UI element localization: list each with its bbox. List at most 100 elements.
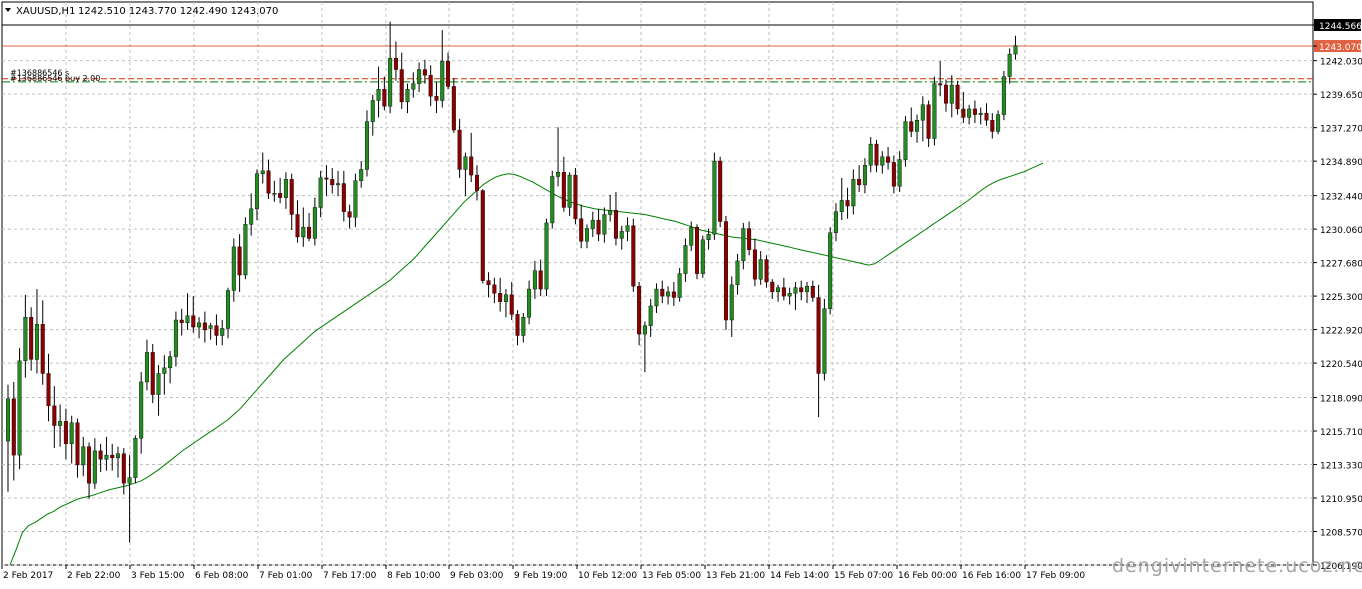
candle-body <box>770 281 775 293</box>
x-tick-label: 9 Feb 19:00 <box>514 571 568 581</box>
candle-body <box>17 360 22 456</box>
candle-body <box>747 228 752 250</box>
candle-body <box>139 381 144 439</box>
candle-body <box>440 60 445 101</box>
candle-body <box>654 288 659 307</box>
y-tick-label: 1227.680 <box>1320 260 1362 270</box>
candle-body <box>990 120 995 132</box>
candle-body <box>34 324 39 360</box>
candle-body <box>805 286 810 293</box>
x-tick-label: 6 Feb 08:00 <box>195 571 249 581</box>
x-tick-label: 14 Feb 14:00 <box>770 571 829 581</box>
candle-body <box>226 290 231 329</box>
candle-body <box>382 89 387 107</box>
bid_line-price-label: 1243.070 <box>1319 43 1362 53</box>
candle-body <box>967 108 972 118</box>
candle-body <box>98 450 103 460</box>
candle-body <box>451 86 456 131</box>
candle-body <box>608 210 613 215</box>
ohlc-values: 1242.510 1243.770 1242.490 1243.070 <box>78 6 278 17</box>
candle-body <box>243 224 248 276</box>
candle-body <box>202 322 207 331</box>
candle-body <box>63 421 68 445</box>
candle-body <box>312 207 317 239</box>
candle-body <box>666 291 671 297</box>
candle-body <box>880 156 885 166</box>
x-tick-label: 3 Feb 15:00 <box>131 571 185 581</box>
x-tick-label: 9 Feb 03:00 <box>450 571 504 581</box>
candle <box>243 217 248 280</box>
x-tick-label: 7 Feb 01:00 <box>259 571 313 581</box>
candle-body <box>185 315 190 324</box>
candle-body <box>978 112 983 115</box>
candle <box>828 227 833 315</box>
candle <box>903 115 908 167</box>
candle-body <box>359 169 364 181</box>
candle-body <box>156 373 161 395</box>
candle-body <box>573 174 578 219</box>
x-tick-label: 10 Feb 12:00 <box>578 571 637 581</box>
chart-window: 1244.566 1243.070 #136886546 s #136886546 b… <box>0 0 1362 585</box>
candle-body <box>457 129 462 170</box>
candlestick-chart: 1244.5661243.070#136886546 s#136886546 b… <box>0 0 1362 585</box>
candle-body <box>961 108 966 118</box>
x-tick-label: 7 Feb 17:00 <box>323 571 377 581</box>
candle-body <box>179 319 184 324</box>
candle-body <box>729 284 734 321</box>
candle-body <box>405 89 410 103</box>
candle-body <box>388 58 393 107</box>
candle-body <box>764 259 769 283</box>
candle-body <box>307 226 312 239</box>
candle-body <box>503 294 508 302</box>
candle-body <box>208 325 213 329</box>
candle-body <box>833 211 838 233</box>
candle-body <box>87 446 92 484</box>
candle <box>718 156 723 228</box>
candle-body <box>266 170 271 194</box>
chart-header: XAUUSD,H1 1242.510 1243.770 1242.490 124… <box>5 6 278 17</box>
candle-body <box>272 193 277 195</box>
y-tick-label: 1225.300 <box>1320 293 1362 303</box>
x-tick-label: 16 Feb 00:00 <box>898 571 957 581</box>
candle-body <box>144 352 149 383</box>
candle-body <box>191 315 196 328</box>
candle-body <box>220 328 225 336</box>
y-tick-label: 1222.920 <box>1320 327 1362 337</box>
symbol-label: XAUUSD,H1 <box>16 6 75 17</box>
candle-body <box>671 291 676 298</box>
candle-body <box>822 308 827 374</box>
candle-body <box>972 108 977 115</box>
candle <box>700 235 705 278</box>
candle-body <box>700 239 705 274</box>
x-tick-label: 17 Feb 09:00 <box>1026 571 1085 581</box>
candle-body <box>29 317 34 360</box>
candle-body <box>932 83 937 139</box>
candle-body <box>150 352 155 395</box>
candle-body <box>110 454 115 459</box>
candle-body <box>318 177 323 208</box>
candle-body <box>625 225 630 232</box>
candle-body <box>642 325 647 335</box>
candle-body <box>428 74 433 97</box>
candle-body <box>758 259 763 280</box>
candle <box>550 170 555 229</box>
candle-body <box>411 83 416 90</box>
candle-body <box>364 121 369 170</box>
candle-body <box>943 84 948 104</box>
high_line-price-label: 1244.566 <box>1319 22 1362 32</box>
candle-body <box>81 446 86 466</box>
candle-body <box>909 121 914 132</box>
candle-body <box>949 84 954 104</box>
y-tick-label: 1213.330 <box>1320 462 1362 472</box>
candle-body <box>330 179 335 186</box>
candle-body <box>527 288 532 318</box>
candle-body <box>984 112 989 121</box>
candle <box>1001 70 1006 121</box>
candle-body <box>231 246 236 291</box>
candle-body <box>538 270 543 290</box>
candle-body <box>648 305 653 326</box>
candle <box>932 76 937 146</box>
candle-body <box>376 89 381 101</box>
candle-body <box>735 260 740 286</box>
candle-body <box>121 453 126 484</box>
